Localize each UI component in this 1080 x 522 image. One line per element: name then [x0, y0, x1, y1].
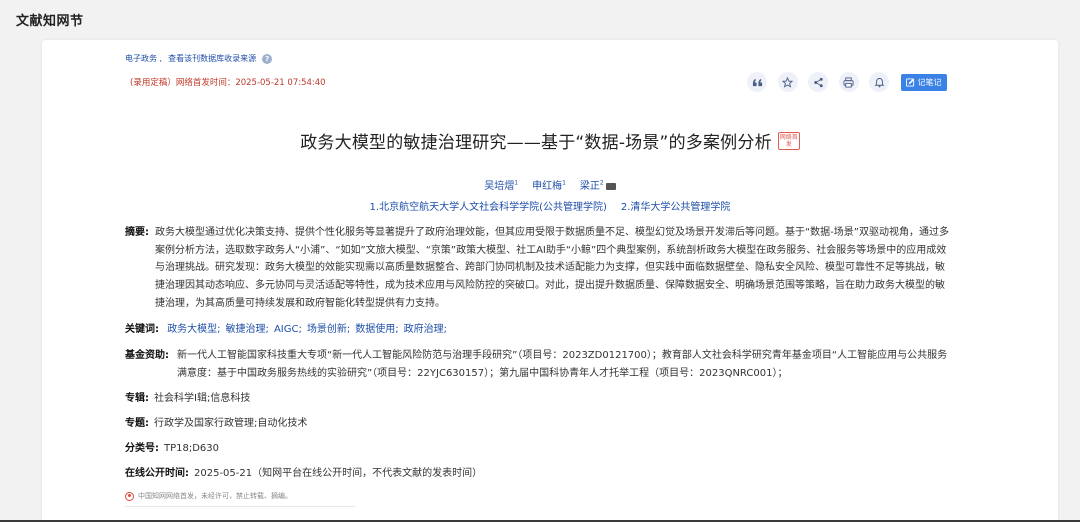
article-toolbar: 记笔记 [747, 72, 947, 92]
classification-label: 分类号: [125, 443, 159, 454]
mail-icon[interactable] [605, 182, 616, 190]
take-note-button[interactable]: 记笔记 [900, 73, 947, 91]
abstract: 摘要: 政务大模型通过优化决策支持、提供个性化服务等显著提升了政府治理效能，但其… [125, 224, 951, 313]
author-link[interactable]: 梁正2 [580, 177, 616, 192]
topic-value: 行政学及国家行政管理;自动化技术 [154, 418, 308, 429]
copyright-notice: 中国知网网络首发，未经许可，禁止转载、摘编。 [125, 491, 292, 501]
topic: 专题: 行政学及国家行政管理;自动化技术 [125, 415, 307, 433]
funding-label: 基金资助: [125, 350, 169, 361]
star-icon [782, 76, 793, 88]
keyword-link[interactable]: 政府治理; [404, 324, 447, 335]
series: 专辑: 社会科学Ⅰ辑;信息科技 [125, 390, 250, 408]
print-icon [843, 76, 854, 88]
page-title: 文献知网节 [16, 14, 84, 29]
keywords: 关键词: 政务大模型; 敏捷治理; AIGC; 场景创新; 数据使用; 政府治理; [125, 321, 452, 339]
abstract-text: 政务大模型通过优化决策支持、提供个性化服务等显著提升了政府治理效能，但其应用受限… [155, 227, 949, 309]
keyword-link[interactable]: 敏捷治理; [226, 324, 269, 335]
quote-button[interactable] [747, 72, 767, 92]
series-label: 专辑: [125, 393, 149, 404]
article-title: 政务大模型的敏捷治理研究——基于“数据-场景”的多案例分析 [300, 133, 772, 153]
online-time-value: 2025-05-21（知网平台在线公开时间，不代表文献的发表时间） [194, 468, 483, 479]
database-source-link[interactable]: 查看该刊数据库收录来源 [168, 53, 256, 64]
keyword-link[interactable]: AIGC; [274, 324, 302, 335]
classification: 分类号: TP18;D630 [125, 440, 219, 458]
divider [125, 506, 355, 507]
funding-text: 新一代人工智能国家科技重大专项“新一代人工智能风险防范与治理手段研究”（项目号：… [177, 350, 948, 379]
share-button[interactable] [808, 72, 828, 92]
author-link[interactable]: 吴培熠1 [484, 177, 518, 192]
online-time: 在线公开时间: 2025-05-21（知网平台在线公开时间，不代表文献的发表时间） [125, 465, 482, 483]
affiliation-link[interactable]: 2.清华大学公共管理学院 [621, 198, 731, 213]
topic-label: 专题: [125, 418, 149, 429]
journal-link[interactable]: 电子政务 , [125, 53, 162, 64]
affiliation-list: 1.北京航空航天大学人文社会科学学院(公共管理学院) 2.清华大学公共管理学院 [42, 198, 1058, 213]
online-time-label: 在线公开时间: [125, 468, 189, 479]
online-first-badge: 网络首发 [777, 131, 800, 150]
keywords-label: 关键词: [125, 324, 159, 335]
article-card: 电子政务 , 查看该刊数据库收录来源 ? (录用定稿）网络首发时间：2025-0… [42, 40, 1058, 522]
abstract-label: 摘要: [125, 227, 149, 238]
author-link[interactable]: 申红梅1 [532, 177, 566, 192]
copyright-text: 中国知网网络首发，未经许可，禁止转载、摘编。 [138, 492, 292, 500]
help-icon[interactable]: ? [262, 53, 273, 64]
classification-value: TP18;D630 [164, 443, 220, 454]
bell-icon [874, 77, 884, 87]
note-label: 记笔记 [917, 77, 942, 87]
print-button[interactable] [838, 72, 859, 92]
copyright-icon [125, 491, 134, 501]
favorite-button[interactable] [777, 72, 798, 92]
title-row: 政务大模型的敏捷治理研究——基于“数据-场景”的多案例分析 网络首发 [42, 128, 1058, 153]
series-value: 社会科学Ⅰ辑;信息科技 [154, 393, 251, 404]
funding: 基金资助: 新一代人工智能国家科技重大专项“新一代人工智能风险防范与治理手段研究… [125, 347, 951, 382]
edit-icon [905, 77, 914, 87]
keyword-link[interactable]: 场景创新; [307, 324, 350, 335]
publish-time: (录用定稿）网络首发时间：2025-05-21 07:54:40 [130, 78, 326, 88]
keyword-link[interactable]: 数据使用; [355, 324, 398, 335]
breadcrumb: 电子政务 , 查看该刊数据库收录来源 ? [125, 53, 273, 64]
subscribe-button[interactable] [869, 72, 889, 92]
share-icon [813, 77, 823, 87]
author-list: 吴培熠1 申红梅1 梁正2 [42, 177, 1058, 192]
affiliation-link[interactable]: 1.北京航空航天大学人文社会科学学院(公共管理学院) [370, 198, 607, 213]
quote-icon [752, 78, 762, 86]
keyword-link[interactable]: 政务大模型; [167, 324, 220, 335]
